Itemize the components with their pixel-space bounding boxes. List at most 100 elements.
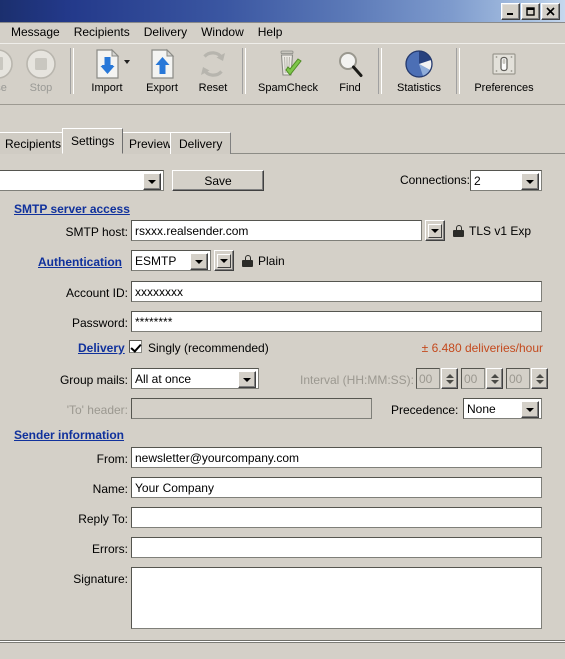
auth-mode-status: Plain [242, 254, 285, 268]
group-mails-select[interactable]: All at once [131, 368, 259, 389]
toolbar-label-spamcheck: SpamCheck [258, 82, 318, 94]
status-bar [0, 640, 565, 659]
smtp-host-input[interactable]: rsxxx.realsender.com [131, 220, 422, 241]
smtp-host-value: rsxxx.realsender.com [135, 223, 249, 238]
tab-label-recipients: Recipients [5, 136, 62, 151]
account-id-label: Account ID: [65, 286, 128, 300]
settings-panel: Save Connections: 2 SMTP server access S… [0, 154, 565, 639]
minimize-button[interactable] [501, 2, 520, 20]
tls-label: TLS v1 Exp [469, 224, 532, 238]
from-input[interactable]: newsletter@yourcompany.com [131, 447, 542, 468]
maximize-button[interactable] [521, 2, 540, 20]
reply-to-input[interactable] [131, 507, 542, 528]
password-label: Password: [71, 316, 128, 330]
precedence-select[interactable]: None [463, 398, 542, 419]
interval-minutes-input[interactable]: 00 [461, 368, 485, 389]
password-value: ******** [135, 314, 173, 329]
menu-item-recipients[interactable]: Recipients [67, 23, 137, 42]
menu-item-help[interactable]: Help [251, 23, 290, 42]
interval-label: Interval (HH:MM:SS): [300, 373, 415, 387]
profile-select[interactable] [0, 170, 164, 191]
name-input[interactable]: Your Company [131, 477, 542, 498]
interval-seconds-stepper[interactable] [531, 368, 548, 389]
toolbar-button-import[interactable]: Import [78, 44, 136, 104]
precedence-label: Precedence: [391, 403, 459, 417]
chevron-down-icon[interactable] [521, 401, 539, 418]
window-buttons-group [501, 2, 561, 20]
menu-item-window[interactable]: Window [194, 23, 251, 42]
interval-minutes-stepper[interactable] [486, 368, 503, 389]
account-id-input[interactable]: xxxxxxxx [131, 281, 542, 302]
group-mails-select-value: All at once [135, 371, 192, 386]
chevron-down-icon[interactable] [190, 253, 208, 270]
smtp-host-history-button[interactable] [425, 220, 445, 241]
tab-label-preview: Preview [129, 136, 172, 151]
pause-icon [0, 47, 14, 81]
password-input[interactable]: ******** [131, 311, 542, 332]
close-button[interactable] [541, 2, 560, 20]
authentication-select[interactable]: ESMTP [131, 250, 211, 271]
toolbar-button-preferences[interactable]: Preferences [464, 44, 544, 104]
connections-select[interactable]: 2 [470, 170, 542, 191]
toolbar-button-find[interactable]: Find [326, 44, 374, 104]
chevron-down-icon[interactable] [124, 60, 130, 64]
to-header-input [131, 398, 372, 419]
errors-input[interactable] [131, 537, 542, 558]
chevron-down-icon[interactable] [238, 371, 256, 388]
toolbar-button-statistics[interactable]: Statistics [386, 44, 452, 104]
find-icon [335, 47, 365, 81]
toolbar-button-spamcheck[interactable]: SpamCheck [250, 44, 326, 104]
toolbar-separator [70, 48, 74, 94]
authentication-options-button[interactable] [214, 250, 234, 271]
spamcheck-icon [272, 47, 304, 81]
menu-bar: Message Recipients Delivery Window Help [0, 23, 565, 42]
toolbar: use Stop [0, 43, 565, 105]
menu-item-delivery[interactable]: Delivery [137, 23, 194, 42]
interval-seconds-input[interactable]: 00 [506, 368, 530, 389]
toolbar-button-pause[interactable]: use [0, 44, 16, 104]
stop-icon [25, 47, 57, 81]
chevron-down-icon[interactable] [521, 173, 539, 190]
delivery-rate-text: ± 6.480 deliveries/hour [421, 341, 543, 355]
chevron-down-icon[interactable] [143, 173, 161, 190]
export-icon [147, 47, 177, 81]
precedence-select-value: None [467, 401, 496, 416]
signature-textarea[interactable] [131, 567, 542, 629]
interval-hours-stepper[interactable] [441, 368, 458, 389]
tab-recipients[interactable]: Recipients [0, 132, 71, 154]
tab-settings[interactable]: Settings [62, 128, 124, 154]
authentication-link[interactable]: Authentication [38, 255, 122, 269]
authentication-select-value: ESMTP [135, 253, 177, 268]
tab-label-delivery: Delivery [179, 136, 223, 151]
statistics-icon [404, 47, 434, 81]
save-button[interactable]: Save [172, 170, 264, 191]
name-value: Your Company [135, 480, 214, 495]
tab-delivery[interactable]: Delivery [170, 132, 232, 154]
toolbar-separator [378, 48, 382, 94]
errors-label: Errors: [92, 542, 128, 556]
from-label: From: [96, 452, 128, 466]
connections-label: Connections: [399, 173, 470, 187]
connections-select-value: 2 [474, 173, 481, 188]
toolbar-button-stop[interactable]: Stop [16, 44, 66, 104]
interval-hours-value: 00 [419, 371, 433, 386]
sender-section-title: Sender information [14, 428, 125, 442]
interval-hours-input[interactable]: 00 [416, 368, 440, 389]
toolbar-label-preferences: Preferences [474, 82, 534, 94]
toolbar-separator [456, 48, 460, 94]
reply-to-label: Reply To: [78, 512, 128, 526]
toolbar-button-reset[interactable]: Reset [188, 44, 238, 104]
delivery-link[interactable]: Delivery [78, 341, 125, 355]
toolbar-label-find: Find [339, 82, 361, 94]
singly-checkbox[interactable] [129, 340, 142, 353]
auth-mode-label: Plain [258, 254, 285, 268]
smtp-host-label: SMTP host: [65, 225, 128, 239]
toolbar-label-pause: use [0, 82, 7, 94]
import-icon [92, 47, 122, 81]
to-header-label: 'To' header: [66, 403, 128, 417]
toolbar-button-export[interactable]: Export [136, 44, 188, 104]
preferences-icon [489, 47, 519, 81]
reset-icon [198, 47, 228, 81]
toolbar-label-reset: Reset [198, 82, 228, 94]
menu-item-message[interactable]: Message [4, 23, 67, 42]
